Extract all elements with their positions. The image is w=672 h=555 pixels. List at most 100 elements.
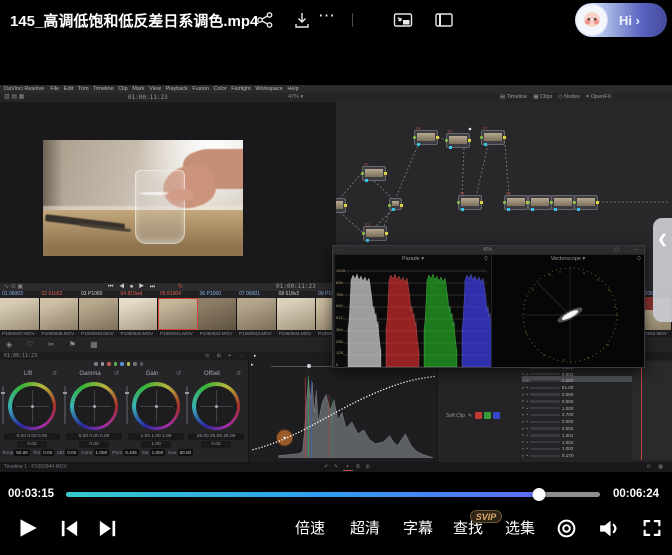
viewer-zoom-level: 47% ▾: [288, 93, 303, 102]
parameter-value: 2.700: [562, 412, 574, 417]
grade-node: 08: [504, 195, 528, 210]
share-icon[interactable]: [255, 11, 275, 29]
pip-icon[interactable]: [393, 11, 413, 29]
timeline-red-fragment: [645, 297, 653, 310]
custom-curve-graph: [249, 372, 437, 462]
adjustment-value: 50.00: [14, 449, 30, 456]
lift-label: Lift: [4, 371, 52, 377]
lift-master: 0.00: [17, 441, 47, 448]
download-icon[interactable]: [293, 11, 313, 29]
loop-icon: ↻: [178, 283, 183, 291]
seek-bar[interactable]: [66, 492, 600, 497]
node-output-dot: [400, 204, 403, 207]
edit-icon: ✎: [468, 413, 472, 419]
parameter-value: 1.000: [562, 378, 574, 383]
parameter-value: 1.000: [562, 406, 574, 411]
gamma-y-slider: [64, 386, 66, 424]
playhead-marker: ▸: [254, 352, 257, 360]
node-input-dot: [527, 201, 530, 204]
parameter-name-bar: [530, 448, 560, 451]
clip-thumbnail: [198, 298, 238, 330]
node-output-dot: [468, 139, 471, 142]
quality-button[interactable]: 超清: [350, 517, 380, 538]
node-thumbnail: [461, 198, 479, 206]
fullscreen-icon[interactable]: [641, 517, 663, 544]
gain-values: 1.00 1.00 1.00: [128, 433, 184, 440]
side-panel-toggle[interactable]: ❮: [653, 218, 672, 322]
parameter-name-bar: [530, 380, 560, 383]
parameter-name-bar: [530, 373, 560, 376]
adjustment-item: Pivot 0.435: [112, 449, 139, 456]
parameter-name-bar: [530, 393, 560, 396]
lift-wheel: [8, 382, 56, 430]
adjustment-label: Contr: [81, 450, 92, 455]
node-output-dot: [503, 136, 506, 139]
node-input-dot: [503, 201, 506, 204]
topbar-divider: [352, 13, 353, 27]
node-thumbnail: [366, 229, 384, 237]
mini-window-icon[interactable]: [434, 11, 454, 29]
more-icon[interactable]: ⋯: [318, 6, 336, 26]
node-label: 07: [483, 126, 487, 131]
resolve-status-bar: Timeline 1 - P1060944.MOV ↶ ✎ ◔ ≣ ⊞ ⟳ ▦: [0, 462, 672, 472]
node-mask-dot: [484, 143, 487, 146]
transport-left-icons: ∿ ⊙ ▣: [4, 283, 23, 291]
palette-dot: [101, 362, 105, 366]
reset-icon: ↺: [52, 370, 57, 377]
grade-node: [389, 198, 402, 210]
color-wheels-panel: Lift Gamma Gain Offset ↺ ↺ ↺ ↺ 0.00 0.00…: [0, 360, 246, 462]
clip-header-label: 02 61b52: [40, 291, 80, 298]
clip-thumbnail: [158, 298, 198, 330]
grade-node: 06: [458, 195, 482, 210]
resolve-toolbar: ▥ ▤ ▦ 01:00:11:23 47% ▾ ▤ Timeline ▦ Cli…: [0, 93, 672, 102]
record-ring-icon[interactable]: [555, 517, 578, 545]
avatar-face: [584, 12, 600, 27]
next-episode-button[interactable]: [96, 517, 119, 545]
speed-button[interactable]: 倍速: [295, 517, 325, 538]
node-input-dot: [457, 201, 460, 204]
play-button[interactable]: [14, 515, 40, 546]
clip-thumbnail: [237, 298, 277, 330]
account-pill[interactable]: Hi ›: [575, 3, 667, 37]
episodes-button[interactable]: 选集: [505, 517, 535, 538]
clip-filename: P1060938.MOV: [40, 330, 80, 337]
parameter-value: 0.000: [562, 419, 574, 424]
keyframe-row: ▸ • 0.001: [522, 371, 632, 378]
clip-thumbnail: [79, 298, 119, 330]
viewer-timecode: 01:00:11:23: [128, 93, 168, 102]
parameter-value: 0.170: [562, 453, 574, 458]
node-mask-dot: [365, 179, 368, 182]
soft-clip-section: Soft Clip ✎: [446, 412, 500, 419]
parameter-value: 1.002: [562, 440, 574, 445]
keyframe-row: ▸ • 0.170: [522, 452, 632, 459]
grade-node: 02: [362, 166, 386, 181]
total-time: 00:06:24: [613, 488, 659, 500]
video-content-area[interactable]: DaVinci Resolve File Edit Trim Timeline …: [0, 40, 672, 485]
seek-bar-thumb[interactable]: [532, 488, 545, 501]
hi-greeting-label: Hi ›: [619, 13, 640, 28]
adjustment-item: Temp 50.00: [2, 449, 30, 456]
video-title: 145_高调低饱和低反差日系调色.mp4: [10, 10, 258, 31]
keyframe-row: ▸ • 0.000: [522, 391, 632, 398]
keyframe-row: ▸ • 0.000: [522, 418, 632, 425]
node-mask-dot: [531, 208, 534, 211]
ruler-timecode: 01:00:11:23: [4, 352, 37, 360]
ruler-icons: ⊙ ⊞ ⌖ ⋯: [205, 352, 246, 360]
parameter-value: 1.001: [562, 433, 574, 438]
curves-panel: ▸: [248, 360, 438, 462]
clip-header-label: 06 P1060: [198, 291, 238, 298]
node-input-dot: [361, 172, 364, 175]
node-input-dot: [413, 136, 416, 139]
scopes-titlebar: ⋯ 45% ▢ ⋮ ─: [333, 246, 644, 254]
previous-episode-button[interactable]: [58, 517, 81, 545]
adjustment-item: Contr 1.000: [81, 449, 109, 456]
subtitles-button[interactable]: 字幕: [403, 517, 433, 538]
curves-panel-marker: ▸: [251, 362, 254, 368]
transport-play-icons: ⏮ ◀ ⏹ ▶ ⏭: [108, 283, 157, 291]
adjustment-value: 0.00: [65, 449, 78, 456]
adjustment-value: 0.435: [123, 449, 139, 456]
clip-filename: P1060940.MOV: [119, 330, 159, 337]
keyframe-row: ▸ • 0.002: [522, 425, 632, 432]
volume-icon[interactable]: [597, 516, 622, 546]
adjustment-item: MD 0.00: [57, 449, 78, 456]
